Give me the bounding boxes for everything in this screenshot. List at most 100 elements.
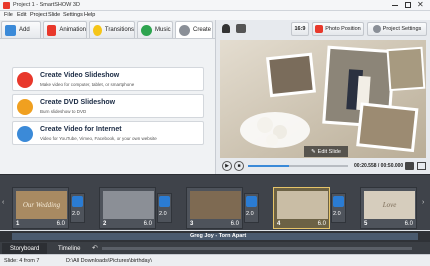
create-video-title: Create Video Slideshow (40, 72, 120, 79)
slide-5[interactable]: Love 5 6.0 (360, 187, 417, 229)
menu-edit[interactable]: Edit (17, 12, 26, 18)
edit-slide-button[interactable]: ✎ Edit Slide (304, 146, 348, 157)
playback-bar: ▶ ■ 00:20.558 / 00:50.000 (216, 159, 430, 174)
create-video-internet-card[interactable]: Create Video for Internet Video for YouT… (12, 121, 204, 145)
progress-track[interactable] (248, 165, 348, 167)
audio-track[interactable]: Greg Joy - Torn Apart (0, 231, 430, 242)
slide-1-thumb-text: Our Wedding (22, 201, 61, 209)
animation-icon (47, 24, 57, 36)
create-dvd-slideshow-card[interactable]: Create DVD Slideshow Burn slideshow to D… (12, 94, 204, 118)
slide-4-duration: 6.0 (317, 221, 326, 227)
slide-2-thumb (103, 191, 154, 219)
tab-timeline[interactable]: Timeline (50, 243, 88, 254)
slide-3[interactable]: 3 6.0 (186, 187, 243, 229)
tab-create[interactable]: Create (175, 21, 213, 38)
slide-preview[interactable]: ✎ Edit Slide (220, 40, 426, 158)
menu-project[interactable]: Project (30, 12, 47, 18)
transition-2[interactable]: 2.0 (157, 193, 172, 223)
menu-settings[interactable]: Settings (63, 12, 83, 18)
photo-position-label: Photo Position (325, 26, 361, 32)
slide-4[interactable]: 4 6.0 (273, 187, 330, 229)
preview-collage (220, 40, 426, 158)
menu-file[interactable]: File (4, 12, 13, 18)
create-dvd-title: Create DVD Slideshow (40, 99, 116, 106)
menu-slide[interactable]: Slide (48, 12, 60, 18)
slide-1-thumb: Our Wedding (16, 191, 67, 219)
tab-music[interactable]: Music (137, 21, 173, 38)
bell-icon[interactable] (222, 24, 230, 33)
slide-2-number: 2 (103, 221, 107, 227)
transition-icon (333, 196, 344, 207)
progress-fill (248, 165, 289, 167)
transition-icon (246, 196, 257, 207)
create-video-slideshow-card[interactable]: Create Video Slideshow Make video for co… (12, 67, 204, 91)
fullscreen-icon[interactable] (417, 162, 426, 170)
create-panel: Create Video Slideshow Make video for co… (0, 39, 215, 174)
play-icon[interactable]: ▶ (222, 161, 232, 171)
tab-timeline-label: Timeline (58, 245, 81, 252)
time-readout: 00:20.558 / 00:50.000 (354, 163, 404, 169)
project-settings-button[interactable]: Project Settings (367, 22, 427, 36)
tab-add-label: Add (19, 27, 30, 33)
slide-3-duration: 6.0 (230, 221, 239, 227)
transition-4[interactable]: 2.0 (331, 193, 346, 223)
transition-1[interactable]: 2.0 (70, 193, 85, 223)
project-settings-label: Project Settings (382, 26, 422, 32)
transition-icon (72, 196, 83, 207)
slide-3-thumb (190, 191, 241, 219)
slide-5-thumb-text: Love (382, 201, 397, 209)
music-icon (141, 24, 152, 36)
status-bar: Slide: 4 from 7 D:\All Downloads\Picture… (0, 254, 430, 266)
title-bar: Project 1 - SmartSHOW 3D ✕ (0, 0, 430, 11)
transitions-icon (93, 24, 102, 36)
tab-storyboard-label: Storyboard (10, 245, 40, 252)
photo-position-button[interactable]: Photo Position (312, 22, 364, 36)
edit-slide-label: Edit Slide (317, 148, 341, 155)
snapshot-icon[interactable] (405, 162, 414, 170)
storyboard-scroll-right[interactable]: › (422, 199, 424, 206)
dvd-icon (17, 99, 33, 115)
transition-4-duration: 2.0 (333, 211, 341, 217)
close-icon[interactable]: ✕ (417, 0, 424, 9)
audio-track-name: Greg Joy - Torn Apart (190, 233, 247, 239)
maximize-icon[interactable] (405, 2, 411, 8)
project-path: D:\All Downloads\Pictures\birthday\ (66, 258, 152, 264)
slide-2[interactable]: 2 6.0 (99, 187, 156, 229)
preview-panel: 16:9 Photo Position Project Settings ✎ E… (215, 20, 430, 174)
transition-2-duration: 2.0 (159, 211, 167, 217)
slide-1[interactable]: Our Wedding 1 6.0 (12, 187, 69, 229)
window-title: Project 1 - SmartSHOW 3D (13, 2, 80, 8)
app-icon (3, 2, 10, 9)
create-dvd-desc: Burn slideshow to DVD (40, 109, 87, 114)
stop-icon[interactable]: ■ (234, 161, 244, 171)
slide-4-thumb (277, 191, 328, 219)
minimize-icon[interactable] (392, 5, 398, 6)
theme-icon[interactable] (236, 24, 246, 33)
settings-icon (372, 25, 381, 33)
zoom-slider[interactable] (102, 247, 412, 250)
slide-info: Slide: 4 from 7 (4, 258, 40, 264)
slide-1-number: 1 (16, 221, 20, 227)
transition-1-duration: 2.0 (72, 211, 80, 217)
undo-icon[interactable]: ↶ (92, 244, 98, 252)
aspect-ratio-button[interactable]: 16:9 (291, 22, 309, 36)
add-icon (5, 24, 16, 36)
tab-transitions[interactable]: Transitions (89, 21, 135, 38)
slide-4-number: 4 (277, 221, 281, 227)
transition-3[interactable]: 2.0 (244, 193, 259, 223)
create-internet-desc: Video for YouTube, Vimeo, Facebook, or y… (40, 136, 157, 141)
video-icon (17, 72, 33, 88)
slide-2-duration: 6.0 (143, 221, 152, 227)
storyboard-scroll-left[interactable]: ‹ (2, 199, 4, 206)
tab-animation[interactable]: Animation (43, 21, 87, 38)
view-tabs: Storyboard Timeline ↶ (0, 242, 430, 254)
tab-storyboard[interactable]: Storyboard (2, 243, 48, 254)
menu-help[interactable]: Help (84, 12, 95, 18)
slide-3-number: 3 (190, 221, 194, 227)
pencil-icon: ✎ (311, 148, 316, 155)
storyboard: ‹ › Our Wedding 1 6.0 2.0 2 6.0 2.0 3 6.… (0, 174, 430, 230)
tab-add[interactable]: Add (1, 21, 41, 38)
create-internet-title: Create Video for Internet (40, 126, 122, 133)
transition-3-duration: 2.0 (246, 211, 254, 217)
transition-icon (159, 196, 170, 207)
